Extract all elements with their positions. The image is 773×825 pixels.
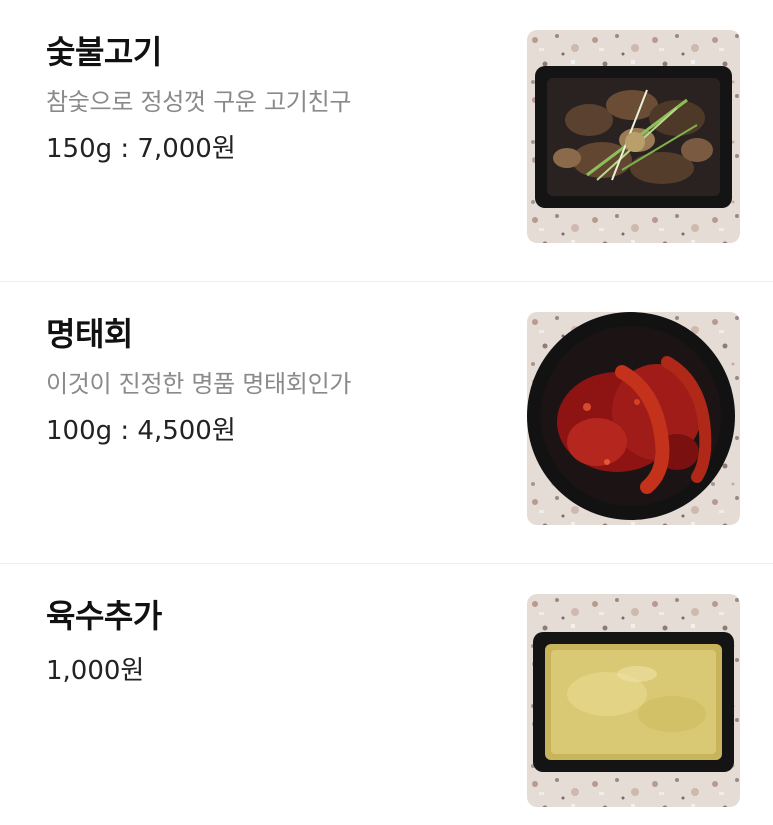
menu-item-price: 150g : 7,000원 xyxy=(46,134,236,164)
menu-item-text: 명태회 이것이 진정한 명품 명태회인가 100g : 4,500원 xyxy=(46,314,486,448)
spicy-pollock-photo[interactable] xyxy=(527,312,740,525)
menu-item-name: 육수추가 xyxy=(46,597,162,635)
menu-item-description: 이것이 진정한 명품 명태회인가 xyxy=(46,370,352,398)
menu-item[interactable]: 명태회 이것이 진정한 명품 명태회인가 100g : 4,500원 xyxy=(0,282,773,563)
broth-photo[interactable] xyxy=(527,594,740,807)
menu-item-description: 참숯으로 정성껏 구운 고기친구 xyxy=(46,88,352,116)
menu-item[interactable]: 육수추가 1,000원 xyxy=(0,564,773,825)
menu-item-name: 명태회 xyxy=(46,315,133,353)
menu-item-price: 100g : 4,500원 xyxy=(46,416,236,446)
menu-item-text: 육수추가 1,000원 xyxy=(46,596,486,688)
menu-item[interactable]: 숯불고기 참숯으로 정성껏 구운 고기친구 150g : 7,000원 xyxy=(0,0,773,281)
menu-item-name: 숯불고기 xyxy=(46,33,162,71)
menu-item-text: 숯불고기 참숯으로 정성껏 구운 고기친구 150g : 7,000원 xyxy=(46,32,486,166)
menu-item-price: 1,000원 xyxy=(46,656,145,686)
grilled-meat-photo[interactable] xyxy=(527,30,740,243)
menu-list: 숯불고기 참숯으로 정성껏 구운 고기친구 150g : 7,000원 명태회 … xyxy=(0,0,773,825)
